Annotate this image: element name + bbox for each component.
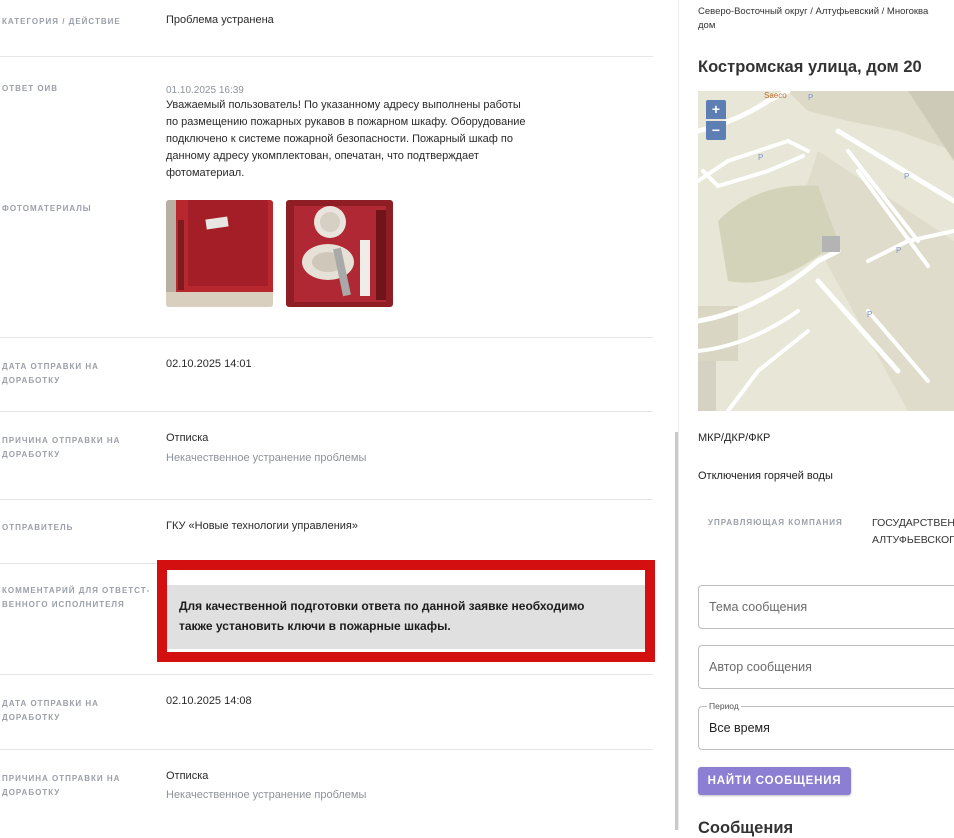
label-line: ПРИЧИНА ОТПРАВКИ НА (2, 436, 121, 445)
send-date-label-2: ДАТА ОТПРАВКИ НА ДОРАБОТКУ (2, 697, 99, 725)
label-line: ДОРАБОТКУ (2, 788, 61, 797)
separator (0, 56, 653, 57)
period-select[interactable]: Период Все время (698, 700, 954, 750)
label-line: КОММЕНТАРИЙ ДЛЯ ОТВЕТСТ- (2, 586, 151, 595)
send-date-value-2: 02.10.2025 14:08 (166, 695, 252, 707)
zoom-out-button[interactable]: − (706, 121, 726, 140)
search-messages-button[interactable]: НАЙТИ СООБЩЕНИЯ (698, 767, 851, 795)
map-parking-marker: P (867, 310, 872, 319)
label-line: ДОРАБОТКУ (2, 450, 61, 459)
reason-value-2: Отписка (166, 770, 209, 782)
map-parking-marker: P (808, 93, 813, 102)
photo-thumbnail-1[interactable] (166, 200, 273, 307)
separator (0, 337, 653, 338)
category-label: КАТЕГОРИЯ / ДЕЙСТВИЕ (2, 17, 121, 26)
label-line: ДОРАБОТКУ (2, 376, 61, 385)
request-type: МКР/ДКР/ФКР (698, 432, 771, 444)
period-value: Все время (709, 721, 770, 735)
comment-line: Для качественной подготовки ответа по да… (179, 599, 585, 613)
company-value-line: ГОСУДАРСТВЕН (872, 517, 954, 529)
company-value-line: АЛТУФЬЕВСКОГ (872, 534, 954, 546)
comment-block: Для качественной подготовки ответа по да… (167, 585, 645, 649)
zoom-in-button[interactable]: + (706, 100, 726, 119)
period-legend: Период (707, 700, 741, 712)
breadcrumb-line: дом (698, 20, 716, 31)
map-parking-marker: P (896, 246, 901, 255)
oiv-label: ОТВЕТ ОИВ (2, 84, 59, 93)
comment-highlight-box: Для качественной подготовки ответа по да… (157, 560, 655, 662)
sender-value: ГКУ «Новые технологии управления» (166, 520, 359, 532)
separator (0, 499, 653, 500)
category-value: Проблема устранена (166, 14, 274, 26)
vertical-divider (678, 0, 679, 830)
oiv-line: подключено к системе пожарной безопаснос… (166, 133, 513, 145)
breadcrumb: Северо-Восточный округ / Алтуфьевский / … (698, 5, 954, 33)
label-line: ДАТА ОТПРАВКИ НА (2, 362, 99, 371)
map-parking-marker: P (758, 153, 763, 162)
photo-thumbnail-2[interactable] (286, 200, 393, 307)
comment-line: также установить ключи в пожарные шкафы. (179, 619, 451, 633)
oiv-line: данному адресу укомплектован, опечатан, … (166, 150, 479, 162)
comment-label: КОММЕНТАРИЙ ДЛЯ ОТВЕТСТ- ВЕННОГО ИСПОЛНИ… (2, 584, 150, 612)
map-canvas[interactable]: Saeco P P P P P (698, 91, 954, 411)
map-poi-label: Saeco (764, 91, 787, 100)
separator (0, 674, 653, 675)
reason-value-1: Отписка (166, 432, 209, 444)
reason-sub-2: Некачественное устранение проблемы (166, 789, 367, 801)
reason-sub-1: Некачественное устранение проблемы (166, 452, 367, 464)
separator (0, 749, 653, 750)
reason-label-1: ПРИЧИНА ОТПРАВКИ НА ДОРАБОТКУ (2, 434, 120, 462)
map-parking-marker: P (904, 172, 909, 181)
label-line: ДАТА ОТПРАВКИ НА (2, 699, 99, 708)
label-line: ДОРАБОТКУ (2, 713, 61, 722)
breadcrumb-line: Северо-Восточный округ / Алтуфьевский / … (698, 6, 929, 17)
request-subtype: Отключения горячей воды (698, 470, 833, 482)
scrollbar[interactable] (675, 432, 678, 830)
reason-label-2: ПРИЧИНА ОТПРАВКИ НА ДОРАБОТКУ (2, 772, 120, 800)
separator (0, 411, 653, 412)
author-input[interactable]: Автор сообщения (698, 645, 954, 689)
oiv-line: фотоматериал. (166, 167, 245, 179)
photos-label: ФОТОМАТЕРИАЛЫ (2, 204, 92, 213)
company-value: ГОСУДАРСТВЕН АЛТУФЬЕВСКОГ (872, 515, 954, 549)
oiv-line: по размещению пожарных рукавов в пожарно… (166, 116, 526, 128)
map[interactable]: Saeco P P P P P + − (698, 91, 954, 411)
send-date-value-1: 02.10.2025 14:01 (166, 358, 252, 370)
messages-heading: Сообщения (698, 819, 794, 837)
label-line: ПРИЧИНА ОТПРАВКИ НА (2, 774, 121, 783)
send-date-label-1: ДАТА ОТПРАВКИ НА ДОРАБОТКУ (2, 360, 99, 388)
oiv-line: Уважаемый пользователь! По указанному ад… (166, 99, 521, 111)
address-title: Костромская улица, дом 20 (698, 58, 922, 76)
topic-input[interactable]: Тема сообщения (698, 585, 954, 629)
oiv-text: Уважаемый пользователь! По указанному ад… (166, 97, 546, 182)
label-line: ВЕННОГО ИСПОЛНИТЕЛЯ (2, 600, 125, 609)
company-label: УПРАВЛЯЮЩАЯ КОМПАНИЯ (708, 518, 843, 527)
sender-label: ОТПРАВИТЕЛЬ (2, 523, 74, 532)
